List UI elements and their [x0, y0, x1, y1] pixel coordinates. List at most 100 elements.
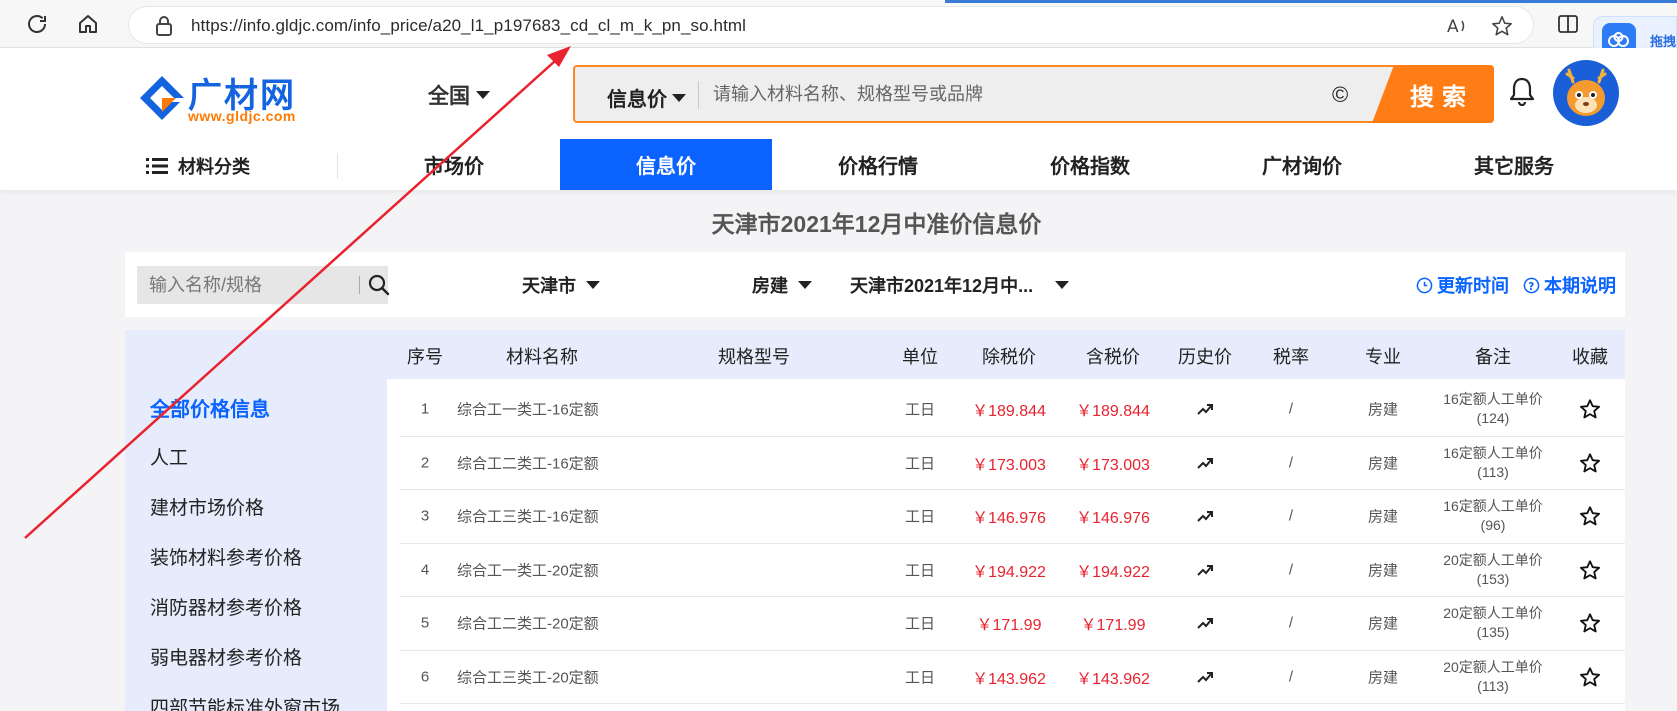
nav-info-price[interactable]: 信息价 [560, 139, 772, 190]
note-line-1: 20定额人工单价 [1443, 658, 1543, 675]
search-button[interactable]: 搜索 [1372, 65, 1494, 123]
cell-material-name[interactable]: 综合工三类工-20定额 [457, 666, 599, 687]
cell-tax-rate: / [1288, 614, 1294, 632]
sidebar-item-labor[interactable]: 人工 [150, 443, 188, 470]
sidebar-item-windows[interactable]: 四部节能标准外窗市场... [150, 693, 356, 711]
update-time-link[interactable]: 更新时间 [1416, 272, 1509, 298]
main-navigation: 材料分类 市场价 信息价 价格行情 价格指数 广材询价 其它服务 [0, 139, 1677, 190]
cell-price-ex-tax: ￥143.962 [972, 670, 1046, 688]
cell-note: 16定额人工单价 (113) [1443, 444, 1543, 482]
period-note-label: 本期说明 [1544, 276, 1616, 296]
note-line-2: (96) [1480, 517, 1506, 534]
col-header-spec: 规格型号 [718, 347, 790, 367]
star-outline-icon[interactable] [1579, 612, 1601, 634]
cell-price-ex-tax: ￥146.976 [972, 510, 1046, 528]
category-menu-button[interactable]: 材料分类 [146, 153, 250, 179]
favorite-star-icon[interactable] [1491, 15, 1513, 37]
cell-price-in-tax: ￥194.922 [1076, 563, 1150, 581]
keyword-input[interactable] [149, 270, 344, 300]
city-dropdown[interactable]: 天津市 [522, 272, 600, 298]
sidebar-item-all[interactable]: 全部价格信息 [150, 393, 270, 422]
table-row[interactable]: 3 综合工三类工-16定额 工日 ￥146.976 ￥146.976 / 房建 16定额人工单… [400, 490, 1625, 544]
cell-unit: 工日 [904, 455, 936, 473]
cell-material-name[interactable]: 综合工二类工-16定额 [457, 452, 599, 473]
cell-material-name[interactable]: 综合工一类工-16定额 [457, 399, 599, 420]
help-circle-icon: ? [1523, 277, 1540, 293]
star-outline-icon[interactable] [1579, 505, 1601, 527]
table-row[interactable]: 1 综合工一类工-16定额 工日 ￥189.844 ￥189.844 / 房建 16定额人工单… [400, 383, 1625, 437]
cell-price-ex-tax: ￥171.99 [976, 617, 1042, 635]
cell-major: 房建 [1367, 508, 1399, 526]
sidebar-item-fire-equipment[interactable]: 消防器材参考价格 [150, 593, 302, 620]
cell-price-in-tax: ￥143.962 [1076, 670, 1150, 688]
cell-tax-rate: / [1288, 507, 1294, 525]
split-screen-button[interactable] [1553, 9, 1583, 39]
cell-tax-rate: / [1288, 400, 1294, 418]
cell-material-name[interactable]: 综合工二类工-20定额 [457, 613, 599, 634]
trend-arrow-icon[interactable] [1196, 616, 1214, 630]
sidebar-item-decoration[interactable]: 装饰材料参考价格 [150, 543, 302, 570]
nav-price-index[interactable]: 价格指数 [984, 139, 1196, 190]
star-outline-icon[interactable] [1579, 666, 1601, 688]
category-label: 房建 [752, 276, 788, 296]
cell-material-name[interactable]: 综合工一类工-20定额 [457, 559, 599, 580]
cell-unit: 工日 [904, 508, 936, 526]
category-menu-label: 材料分类 [178, 157, 250, 177]
table-row[interactable]: 4 综合工一类工-20定额 工日 ￥194.922 ￥194.922 / 房建 20定额人工单… [400, 544, 1625, 597]
keyword-separator [359, 276, 360, 294]
bell-icon[interactable] [1508, 76, 1536, 106]
site-logo[interactable]: 广材网 www.gldjc.com [136, 68, 311, 126]
logo-mark-icon [140, 76, 184, 120]
nav-other-services[interactable]: 其它服务 [1408, 139, 1620, 190]
trend-arrow-icon[interactable] [1196, 509, 1214, 523]
cell-material-name[interactable]: 综合工三类工-16定额 [457, 506, 599, 527]
cell-price-in-tax: ￥173.003 [1076, 456, 1150, 474]
note-line-2: (135) [1476, 624, 1510, 641]
star-outline-icon[interactable] [1579, 398, 1601, 420]
nav-inquiry[interactable]: 广材询价 [1196, 139, 1408, 190]
period-dropdown[interactable]: 天津市2021年12月中... [850, 272, 1070, 298]
nav-market-price[interactable]: 市场价 [348, 139, 560, 190]
city-label: 天津市 [522, 276, 576, 296]
sidebar-item-building-materials[interactable]: 建材市场价格 [150, 493, 264, 520]
copyright-icon: © [1332, 82, 1349, 107]
address-bar[interactable]: https://info.gldjc.com/info_price/a20_l1… [128, 6, 1534, 44]
address-url[interactable]: https://info.gldjc.com/info_price/a20_l1… [191, 16, 746, 36]
category-dropdown[interactable]: 房建 [752, 272, 812, 298]
table-row[interactable]: 2 综合工二类工-16定额 工日 ￥173.003 ￥173.003 / 房建 16定额人工单… [400, 437, 1625, 490]
period-note-link[interactable]: ? 本期说明 [1523, 272, 1616, 298]
cell-no: 4 [420, 561, 430, 579]
col-header-unit: 单位 [902, 347, 938, 367]
table-row[interactable]: 6 综合工三类工-20定额 工日 ￥143.962 ￥143.962 / 房建 20定额人工单… [400, 651, 1625, 704]
search-input[interactable] [713, 77, 1313, 111]
table-row[interactable]: 5 综合工二类工-20定额 工日 ￥171.99 ￥171.99 / 房建 20定额人工单价 (… [400, 597, 1625, 651]
user-avatar[interactable] [1553, 60, 1619, 126]
star-outline-icon[interactable] [1579, 452, 1601, 474]
cell-tax-rate: / [1288, 668, 1294, 686]
region-label: 全国 [428, 85, 470, 108]
trend-arrow-icon[interactable] [1196, 402, 1214, 416]
trend-arrow-icon[interactable] [1196, 456, 1214, 470]
read-aloud-icon[interactable]: A [1445, 15, 1469, 37]
region-selector[interactable]: 全国 [428, 80, 490, 110]
note-line-2: (124) [1476, 410, 1510, 427]
note-line-1: 16定额人工单价 [1443, 391, 1543, 408]
cell-note: 20定额人工单价 (135) [1443, 604, 1543, 642]
magnifier-icon[interactable] [367, 273, 391, 297]
cell-price-ex-tax: ￥194.922 [972, 563, 1046, 581]
home-button[interactable] [73, 9, 103, 39]
col-header-name: 材料名称 [506, 347, 578, 367]
refresh-button[interactable] [22, 9, 52, 39]
sidebar-item-low-voltage[interactable]: 弱电器材参考价格 [150, 643, 302, 670]
cell-no: 6 [420, 668, 430, 686]
search-type-selector[interactable]: 信息价 [607, 83, 686, 112]
dropdown-triangle-icon [798, 281, 812, 289]
table-header: 序号 材料名称 规格型号 单位 除税价 含税价 历史价 税率 专业 备注 收藏 [387, 330, 1625, 379]
period-label: 天津市2021年12月中... [850, 276, 1034, 296]
cell-no: 1 [420, 400, 430, 418]
star-outline-icon[interactable] [1579, 559, 1601, 581]
cell-tax-rate: / [1288, 454, 1294, 472]
trend-arrow-icon[interactable] [1196, 563, 1214, 577]
nav-price-trend[interactable]: 价格行情 [772, 139, 984, 190]
trend-arrow-icon[interactable] [1196, 670, 1214, 684]
